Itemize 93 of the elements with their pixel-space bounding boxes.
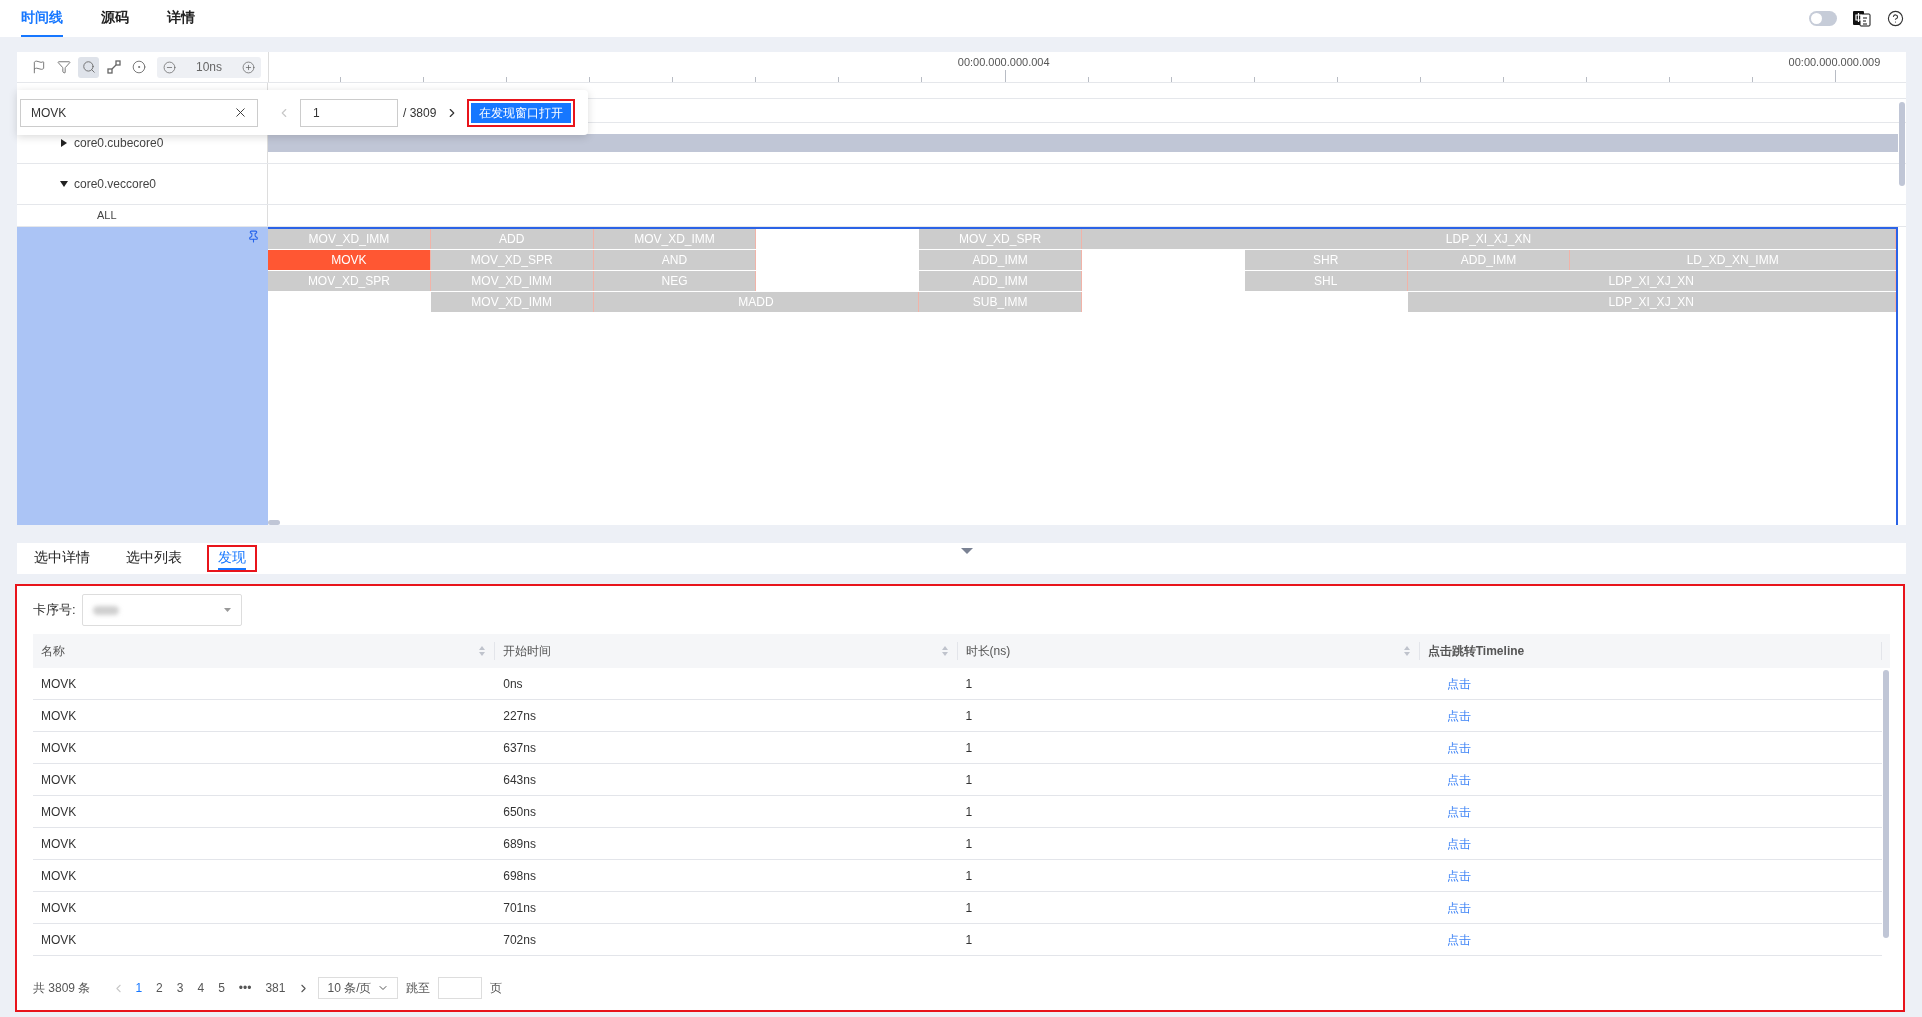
flag-icon	[31, 60, 46, 74]
jump-link[interactable]: 点击	[1446, 738, 1471, 757]
theme-toggle[interactable]	[1809, 11, 1837, 26]
table-cell-text: 1	[964, 931, 974, 949]
expand-caret-icon[interactable]	[60, 180, 68, 188]
table-cell-text: 1	[964, 771, 974, 789]
panel-tab[interactable]: 选中列表	[115, 545, 193, 572]
page-button[interactable]: 5	[214, 979, 229, 997]
page-button[interactable]: 381	[261, 979, 290, 997]
table-cell-text: MOVK	[40, 803, 78, 821]
table-cell-text: MOVK	[40, 835, 78, 853]
sort-icon	[1402, 645, 1411, 657]
sort-icon	[940, 645, 949, 657]
table-scrollbar[interactable]	[1883, 670, 1889, 938]
horizontal-scrollbar[interactable]	[268, 520, 280, 525]
table-cell-text: 0ns	[502, 675, 524, 693]
page-button[interactable]: 4	[193, 979, 209, 997]
connect-icon	[106, 60, 121, 74]
total-count: 共 3809 条	[33, 980, 91, 997]
result-total: / 3809	[403, 104, 437, 122]
operation-block[interactable]: MOVK	[268, 250, 431, 270]
jump-link[interactable]: 点击	[1446, 866, 1471, 885]
expand-caret-icon[interactable]	[60, 139, 68, 147]
zoom-out-icon[interactable]	[163, 60, 176, 74]
table-cell-text: MOVK	[40, 675, 78, 693]
jump-link[interactable]: 点击	[1446, 930, 1471, 949]
search-field[interactable]: MOVK	[20, 98, 258, 127]
table-cell-text: 698ns	[502, 867, 537, 885]
jump-input[interactable]	[438, 977, 483, 999]
jump-link[interactable]: 点击	[1446, 674, 1471, 693]
table-cell-text: 1	[964, 739, 974, 757]
page-button[interactable]: 1	[131, 979, 147, 997]
open-in-find-button[interactable]: 在发现窗口打开	[467, 98, 576, 127]
page-input[interactable]: 1	[300, 98, 398, 127]
collapse-icon[interactable]	[961, 547, 973, 555]
table-cell-text: 643ns	[502, 771, 537, 789]
table-cell-text: 702ns	[502, 931, 537, 949]
column-header[interactable]: 时长(ns)	[965, 642, 1011, 660]
table-cell-text: 650ns	[502, 803, 537, 821]
table-cell-text: 701ns	[502, 899, 537, 917]
target-icon	[131, 60, 146, 74]
caret-icon	[223, 608, 231, 612]
table-cell-text: MOVK	[40, 707, 78, 725]
table-cell-text: 637ns	[502, 739, 537, 757]
table-cell-text: 227ns	[502, 707, 537, 725]
sort-icon	[478, 645, 487, 657]
tree-item[interactable]: ALL	[97, 207, 117, 224]
column-header[interactable]: 名称	[41, 642, 65, 660]
time-label: 00:00.000.000.004	[957, 55, 1050, 70]
vertical-scrollbar[interactable]	[1899, 102, 1905, 186]
table-cell-text: MOVK	[40, 771, 78, 789]
table-cell-text: 1	[964, 675, 974, 693]
help-icon[interactable]	[1887, 10, 1904, 27]
top-tab[interactable]: 源码	[101, 0, 129, 37]
table-cell-text: MOVK	[40, 867, 78, 885]
jump-link[interactable]: 点击	[1446, 706, 1471, 725]
jump-label: 跳至	[406, 980, 431, 997]
table-cell-text: 1	[964, 803, 974, 821]
top-tab[interactable]: 详情	[167, 0, 195, 37]
pin-icon[interactable]	[247, 230, 260, 243]
table-cell-text: 689ns	[502, 835, 537, 853]
card-label: 卡序号:	[33, 601, 76, 620]
page-suffix: 页	[490, 980, 503, 997]
filter-icon	[56, 60, 71, 74]
page-button[interactable]: 2	[152, 979, 167, 997]
table-cell-text: 1	[964, 835, 974, 853]
table-cell-text: MOVK	[40, 899, 78, 917]
table-cell-text: 1	[964, 867, 974, 885]
jump-link[interactable]: 点击	[1446, 802, 1471, 821]
table-cell-text: 1	[964, 899, 974, 917]
tree-item[interactable]: core0.cubecore0	[74, 134, 164, 152]
column-header[interactable]: 开始时间	[503, 642, 552, 660]
toolbar-button[interactable]	[78, 56, 99, 78]
table-cell-text: MOVK	[40, 931, 78, 949]
panel-tab[interactable]: 选中详情	[23, 545, 101, 572]
tree-item[interactable]: core0.veccore0	[74, 175, 157, 193]
language-icon[interactable]	[1853, 10, 1871, 27]
zoom-level: 10ns	[196, 59, 222, 76]
time-label: 00:00.000.000.009	[1788, 55, 1881, 70]
search-icon	[81, 60, 96, 74]
jump-link[interactable]: 点击	[1446, 834, 1471, 853]
jump-link[interactable]: 点击	[1446, 898, 1471, 917]
page-button[interactable]: 3	[172, 979, 188, 997]
column-header[interactable]: 点击跳转Timeline	[1427, 642, 1525, 660]
panel-tab[interactable]: 发现	[207, 545, 257, 572]
table-cell-text: 1	[964, 707, 974, 725]
zoom-in-icon[interactable]	[242, 60, 255, 74]
top-tab[interactable]: 时间线	[21, 0, 63, 37]
table-cell-text: MOVK	[40, 739, 78, 757]
page-size-select[interactable]: 10 条/页	[318, 977, 399, 999]
redacted-mark	[92, 605, 119, 615]
page-button[interactable]: •••	[234, 979, 256, 997]
jump-link[interactable]: 点击	[1446, 770, 1471, 789]
